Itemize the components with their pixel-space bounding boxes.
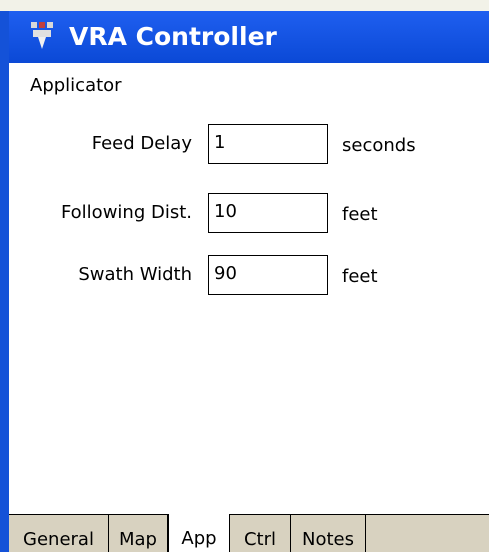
tab-notes[interactable]: Notes (291, 515, 366, 552)
following-distance-input[interactable]: 10 (208, 193, 328, 233)
feed-delay-input[interactable]: 1 (208, 124, 328, 164)
following-distance-row: Following Dist. 10 feet (9, 193, 489, 233)
feed-delay-unit: seconds (342, 135, 416, 156)
window-title: VRA Controller (69, 22, 277, 51)
tab-general[interactable]: General (9, 515, 109, 552)
following-distance-unit: feet (342, 204, 378, 225)
swath-width-label: Swath Width (78, 264, 192, 285)
section-label-applicator: Applicator (30, 75, 122, 96)
tab-strip: General Map App Ctrl Notes (9, 514, 489, 552)
window-left-edge (0, 11, 9, 552)
tab-map[interactable]: Map (109, 515, 168, 552)
tab-ctrl[interactable]: Ctrl (230, 515, 291, 552)
following-distance-label: Following Dist. (60, 202, 192, 223)
feed-delay-row: Feed Delay 1 seconds (9, 124, 489, 164)
tab-app[interactable]: App (168, 514, 230, 552)
title-bar: VRA Controller (9, 11, 489, 63)
feed-delay-label: Feed Delay (91, 133, 192, 154)
top-strip (0, 0, 489, 11)
vra-controller-window: VRA Controller Applicator Feed Delay 1 s… (0, 0, 489, 552)
swath-width-row: Swath Width 90 feet (9, 255, 489, 295)
swath-width-unit: feet (342, 266, 378, 287)
swath-width-input[interactable]: 90 (208, 255, 328, 295)
app-icon (31, 22, 53, 49)
